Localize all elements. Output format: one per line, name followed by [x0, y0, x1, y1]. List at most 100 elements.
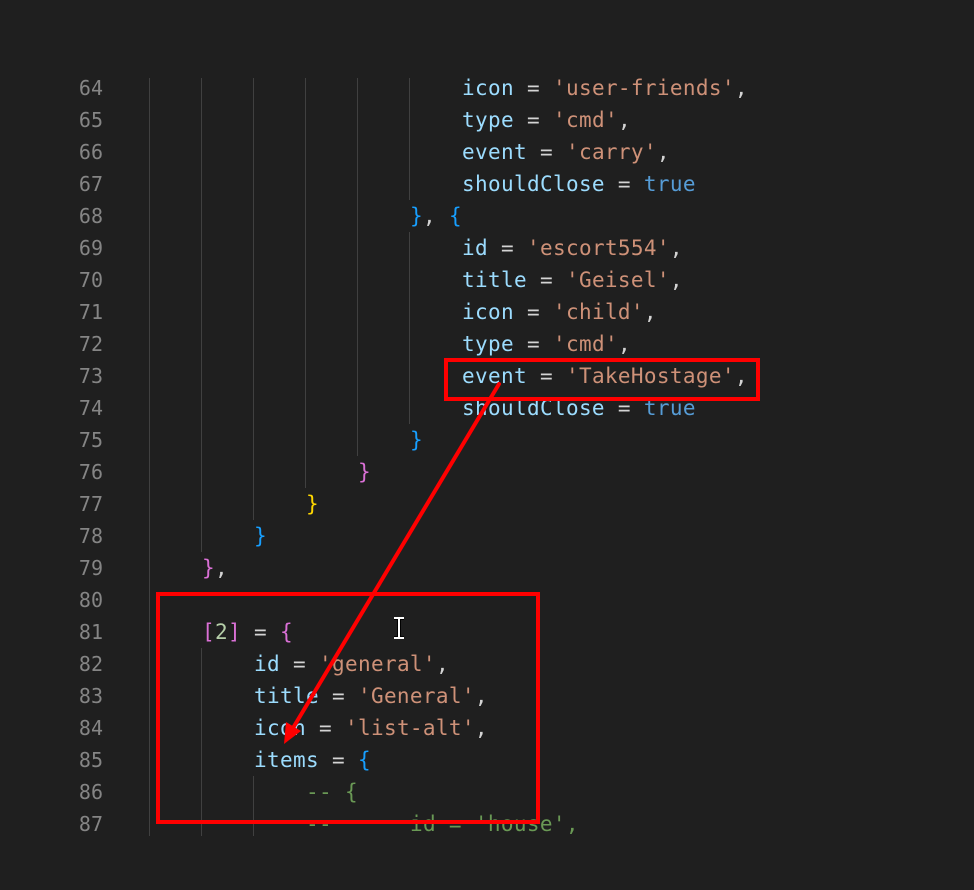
indent-guide	[409, 296, 410, 328]
indent-guide	[253, 104, 254, 136]
indent-guide	[409, 232, 410, 264]
code-line[interactable]: 71 icon = 'child',	[0, 296, 974, 328]
code-token: 'general'	[318, 652, 436, 676]
code-token: -- {	[306, 780, 358, 804]
code-line[interactable]: 66 event = 'carry',	[0, 136, 974, 168]
code-line[interactable]: 70 title = 'Geisel',	[0, 264, 974, 296]
code-token: ,	[474, 684, 488, 708]
code-line[interactable]: 73 event = 'TakeHostage',	[0, 360, 974, 392]
code-text[interactable]: }	[254, 520, 267, 552]
indent-guide	[253, 328, 254, 360]
code-text[interactable]: title = 'General',	[254, 680, 488, 712]
code-text[interactable]: }	[410, 424, 423, 456]
indent-guide	[305, 264, 306, 296]
code-text[interactable]: }	[306, 488, 319, 520]
code-text[interactable]: [2] = {	[202, 616, 293, 648]
code-line[interactable]: 68}, {	[0, 200, 974, 232]
code-line[interactable]: 86 -- {	[0, 776, 974, 808]
indent-guide	[149, 296, 150, 328]
code-text[interactable]: icon = 'child',	[462, 296, 657, 328]
code-line[interactable]: 82 id = 'general',	[0, 648, 974, 680]
indent-guide	[201, 264, 202, 296]
code-token: 'cmd'	[552, 332, 618, 356]
indent-guide	[357, 232, 358, 264]
code-text[interactable]: items = {	[254, 744, 371, 776]
code-editor[interactable]: 64 icon = 'user-friends', 65 type = 'cmd', 6…	[0, 0, 974, 890]
code-text[interactable]: shouldClose = true	[462, 392, 696, 424]
code-text[interactable]: icon = 'list-alt',	[254, 712, 488, 744]
indent-guide	[409, 136, 410, 168]
indent-guide	[253, 424, 254, 456]
code-text[interactable]: event = 'TakeHostage',	[462, 360, 748, 392]
indent-guide	[357, 392, 358, 424]
code-line[interactable]: 83 title = 'General',	[0, 680, 974, 712]
code-line[interactable]: 65 type = 'cmd',	[0, 104, 974, 136]
indent-guide	[201, 680, 202, 712]
code-token: }	[254, 524, 267, 548]
code-line[interactable]: 67 shouldClose = true	[0, 168, 974, 200]
indent-guide	[305, 168, 306, 200]
code-text[interactable]: id = 'general',	[254, 648, 449, 680]
code-token: event	[462, 364, 527, 388]
indent-guide	[201, 776, 202, 808]
code-line[interactable]: 76}	[0, 456, 974, 488]
code-text[interactable]: -- {	[306, 776, 358, 808]
code-token: title	[462, 268, 527, 292]
code-text[interactable]: id = 'escort554',	[462, 232, 683, 264]
code-token: =	[513, 300, 553, 324]
code-text[interactable]: }, {	[410, 200, 462, 232]
line-number: 74	[78, 396, 103, 420]
indent-guide	[253, 296, 254, 328]
indent-guide	[201, 392, 202, 424]
code-token: }	[410, 204, 423, 228]
code-token: =	[305, 716, 345, 740]
indent-guide	[305, 456, 306, 488]
code-line[interactable]: 78}	[0, 520, 974, 552]
indent-guide	[409, 168, 410, 200]
code-line[interactable]: 69 id = 'escort554',	[0, 232, 974, 264]
indent-guide	[357, 264, 358, 296]
code-line[interactable]: 81 [2] = {	[0, 616, 974, 648]
code-token: ,	[669, 268, 683, 292]
line-number: 66	[78, 140, 103, 164]
indent-guide	[149, 616, 150, 648]
line-number: 71	[78, 300, 103, 324]
code-text[interactable]: event = 'carry',	[462, 136, 670, 168]
code-text[interactable]: type = 'cmd',	[462, 104, 631, 136]
code-token: ,	[423, 204, 449, 228]
code-token: ,	[474, 716, 488, 740]
code-token: 'Geisel'	[565, 268, 670, 292]
indent-guide	[149, 712, 150, 744]
indent-guide	[357, 360, 358, 392]
code-token: 'list-alt'	[344, 716, 475, 740]
code-line[interactable]: 74 shouldClose = true	[0, 392, 974, 424]
indent-guide	[201, 488, 202, 520]
code-line[interactable]: 80	[0, 584, 974, 616]
code-line[interactable]: 84 icon = 'list-alt',	[0, 712, 974, 744]
code-line[interactable]: 85 items = {	[0, 744, 974, 776]
indent-guide	[253, 776, 254, 808]
indent-guide	[253, 456, 254, 488]
code-line[interactable]: 72 type = 'cmd',	[0, 328, 974, 360]
code-token: ,	[435, 652, 449, 676]
code-token: =	[526, 364, 566, 388]
code-line[interactable]: 75}	[0, 424, 974, 456]
line-number: 79	[78, 556, 103, 580]
code-token: 'escort554'	[526, 236, 670, 260]
code-line[interactable]: 79},	[0, 552, 974, 584]
code-line[interactable]: 77}	[0, 488, 974, 520]
indent-guide	[149, 552, 150, 584]
code-text[interactable]: type = 'cmd',	[462, 328, 631, 360]
indent-guide	[149, 232, 150, 264]
code-text[interactable]: title = 'Geisel',	[462, 264, 683, 296]
code-token: id	[462, 236, 488, 260]
indent-guide	[253, 200, 254, 232]
indent-guide	[253, 168, 254, 200]
code-text[interactable]: },	[202, 552, 228, 584]
indent-guide	[409, 104, 410, 136]
code-token: id	[254, 652, 280, 676]
line-number: 69	[78, 236, 103, 260]
code-text[interactable]: }	[358, 456, 371, 488]
code-text[interactable]: shouldClose = true	[462, 168, 696, 200]
indent-guide	[149, 392, 150, 424]
